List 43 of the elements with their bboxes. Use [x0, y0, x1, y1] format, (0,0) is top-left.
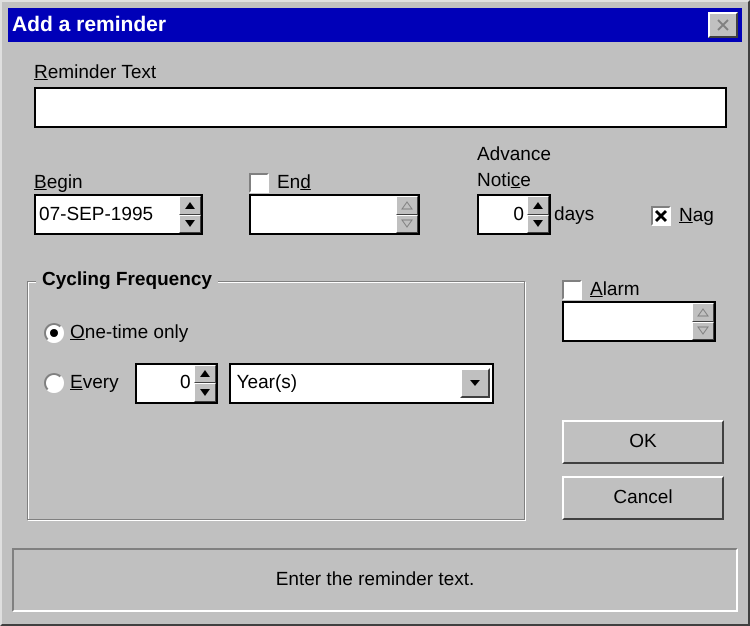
unit-label: days — [554, 204, 594, 226]
radio-label: One-time only — [70, 322, 188, 344]
checkbox[interactable] — [651, 206, 671, 226]
spinner-field[interactable]: 07-SEP-1995 — [34, 194, 203, 235]
caret-icon — [468, 379, 481, 387]
close-icon — [716, 19, 730, 31]
spin-up-button[interactable] — [527, 196, 549, 214]
triangle-down-icon — [532, 218, 544, 230]
spin-down-button[interactable] — [527, 214, 549, 233]
spin-down-button[interactable] — [179, 214, 201, 233]
x-mark-icon — [654, 209, 668, 223]
radio-button[interactable] — [44, 373, 64, 393]
close-button[interactable] — [708, 12, 738, 38]
checkbox-label: Alarm — [590, 279, 640, 301]
triangle-up-icon — [401, 200, 413, 211]
spin-down-button[interactable] — [194, 383, 216, 402]
dropdown[interactable]: Year(s) — [228, 362, 494, 404]
dropdown-button[interactable] — [460, 368, 490, 398]
spinner-field[interactable]: 0 — [477, 194, 551, 235]
dialog-button[interactable]: Cancel — [562, 476, 724, 520]
triangle-down-icon — [184, 218, 196, 230]
checkbox-label: Nag — [679, 205, 714, 227]
spin-up-button[interactable] — [179, 196, 201, 214]
checkbox-label: End — [277, 172, 311, 194]
field-label: Reminder Text — [34, 62, 158, 84]
triangle-up-icon — [532, 200, 544, 211]
input-field[interactable] — [34, 87, 727, 128]
radio-button[interactable] — [44, 323, 64, 343]
dialog-button[interactable]: OK — [562, 420, 724, 464]
triangle-up-icon — [697, 306, 709, 318]
spinner-field[interactable]: 0 — [134, 362, 218, 404]
triangle-down-icon — [401, 218, 413, 230]
triangle-down-icon — [198, 386, 211, 398]
radio-label: Every — [70, 372, 119, 394]
group-title: Cycling Frequency — [36, 269, 218, 291]
triangle-up-icon — [198, 368, 211, 380]
field-label: Begin — [34, 172, 84, 194]
status-bar: Enter the reminder text. — [12, 548, 738, 612]
triangle-up-icon — [184, 200, 196, 211]
spin-up-button[interactable] — [194, 364, 216, 383]
triangle-down-icon — [697, 325, 709, 336]
window-title: Add a reminder — [12, 13, 166, 37]
field-label: Advance Notice — [477, 143, 552, 193]
